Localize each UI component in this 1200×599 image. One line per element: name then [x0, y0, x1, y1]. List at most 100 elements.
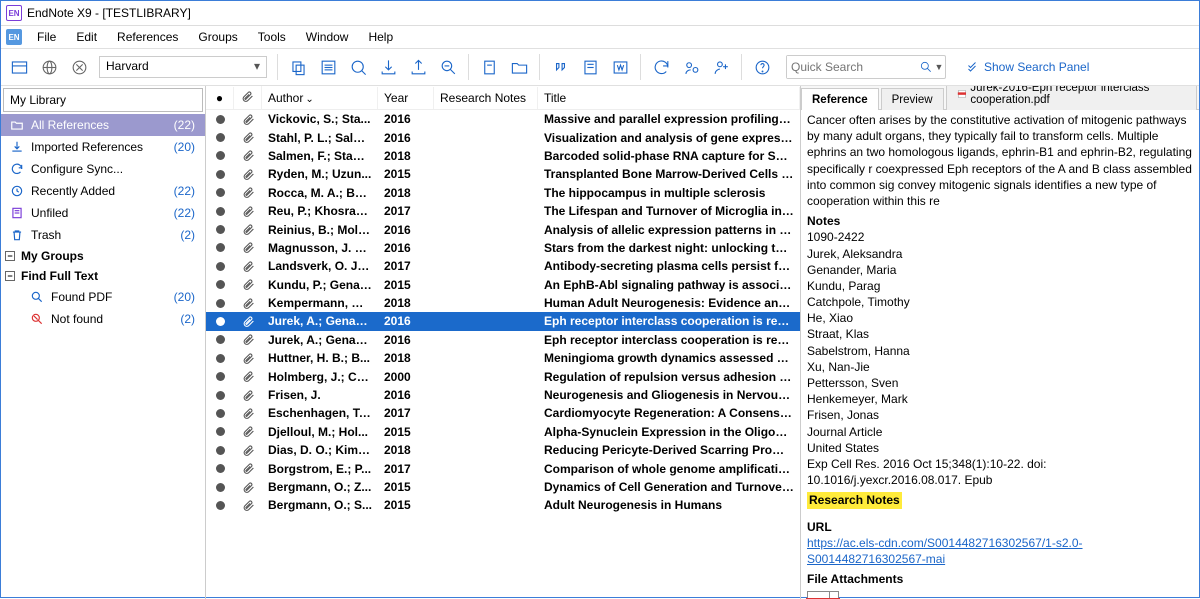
tab-reference[interactable]: Reference	[801, 88, 879, 110]
table-row[interactable]: Rocca, M. A.; Bar...2018The hippocampus …	[206, 184, 800, 202]
menu-help[interactable]: Help	[358, 28, 403, 46]
format-icon[interactable]	[576, 53, 604, 81]
table-row[interactable]: Dias, D. O.; Kim, ...2018Reducing Pericy…	[206, 441, 800, 459]
sidebar-item-not-found[interactable]: Not found(2)	[1, 308, 205, 330]
table-row[interactable]: Bergmann, O.; Z...2015Dynamics of Cell G…	[206, 478, 800, 496]
note-line: Jurek, Aleksandra	[807, 246, 1193, 262]
note-line: Henkemeyer, Mark	[807, 391, 1193, 407]
note-line: Xu, Nan-Jie	[807, 359, 1193, 375]
menu-edit[interactable]: Edit	[66, 28, 107, 46]
column-headers: ● Author⌄ Year Research Notes Title	[206, 86, 800, 110]
paperclip-icon	[234, 332, 262, 347]
unfiled-icon	[9, 205, 25, 221]
table-row[interactable]: Reu, P.; Khosravi,...2017The Lifespan an…	[206, 202, 800, 220]
table-row[interactable]: Frisen, J.2016Neurogenesis and Gliogenes…	[206, 386, 800, 404]
table-row[interactable]: Holmberg, J.; Cla...2000Regulation of re…	[206, 367, 800, 385]
share-icon[interactable]	[677, 53, 705, 81]
sidebar-item-trash[interactable]: Trash(2)	[1, 224, 205, 246]
research-notes-heading: Research Notes	[807, 492, 902, 508]
goto-word-icon[interactable]	[606, 53, 634, 81]
col-attachment[interactable]	[234, 86, 262, 110]
reference-url[interactable]: https://ac.els-cdn.com/S0014482716302567…	[807, 536, 1083, 566]
reference-panel: Reference Preview Jurek-2016-Eph recepto…	[801, 86, 1199, 599]
help-icon[interactable]	[748, 53, 776, 81]
search-globe-icon[interactable]	[344, 53, 372, 81]
table-row[interactable]: Eschenhagen, T.; ...2017Cardiomyocyte Re…	[206, 404, 800, 422]
menu-groups[interactable]: Groups	[188, 28, 247, 46]
paperclip-icon	[234, 351, 262, 366]
table-row[interactable]: Vickovic, S.; Sta...2016Massive and para…	[206, 110, 800, 128]
paperclip-icon	[234, 498, 262, 513]
sidebar-item-configure-sync-[interactable]: Configure Sync...	[1, 158, 205, 180]
sidebar-item-all-references[interactable]: All References(22)	[1, 114, 205, 136]
tab-pdf[interactable]: Jurek-2016-Eph receptor interclass coope…	[946, 86, 1197, 110]
table-row[interactable]: Djelloul, M.; Hol...2015Alpha-Synuclein …	[206, 423, 800, 441]
search-icon[interactable]: ▼	[917, 60, 945, 74]
sidebar-item-unfiled[interactable]: Unfiled(22)	[1, 202, 205, 224]
col-notes[interactable]: Research Notes	[434, 87, 538, 109]
sidebar-item-imported-references[interactable]: Imported References(20)	[1, 136, 205, 158]
col-author[interactable]: Author⌄	[262, 87, 378, 109]
table-row[interactable]: Kundu, P.; Genan...2015An EphB-Abl signa…	[206, 276, 800, 294]
note-line: Catchpole, Timothy	[807, 294, 1193, 310]
sidebar-item-recently-added[interactable]: Recently Added(22)	[1, 180, 205, 202]
new-ref-icon[interactable]	[475, 53, 503, 81]
find-fulltext-icon[interactable]	[434, 53, 462, 81]
note-line: United States	[807, 440, 1193, 456]
col-read[interactable]: ●	[206, 87, 234, 109]
app-icon: EN	[6, 5, 22, 21]
trash-icon	[9, 227, 25, 243]
col-title[interactable]: Title	[538, 87, 800, 109]
show-search-panel[interactable]: Show Search Panel	[966, 60, 1089, 74]
sync-icon[interactable]	[647, 53, 675, 81]
my-groups-group[interactable]: −My Groups	[1, 246, 205, 266]
table-row[interactable]: Reinius, B.; Mold...2016Analysis of alle…	[206, 220, 800, 238]
table-row[interactable]: Stahl, P. L.; Salm...2016Visualization a…	[206, 128, 800, 146]
find-fulltext-group[interactable]: −Find Full Text	[1, 266, 205, 286]
right-tabs: Reference Preview Jurek-2016-Eph recepto…	[801, 86, 1199, 110]
menu-file[interactable]: File	[27, 28, 66, 46]
menu-window[interactable]: Window	[296, 28, 359, 46]
url-heading: URL	[807, 519, 1193, 535]
table-row[interactable]: Borgstrom, E.; P...2017Comparison of who…	[206, 459, 800, 477]
note-line: Sabelstrom, Hanna	[807, 343, 1193, 359]
table-row[interactable]: Magnusson, J. P.;...2016Stars from the d…	[206, 239, 800, 257]
file-attachments-heading: File Attachments	[807, 571, 1193, 587]
table-row[interactable]: Huttner, H. B.; B...2018Meningioma growt…	[206, 349, 800, 367]
paperclip-icon	[234, 480, 262, 495]
note-line: Genander, Maria	[807, 262, 1193, 278]
paperclip-icon	[234, 204, 262, 219]
search-input[interactable]	[787, 56, 917, 78]
copy-icon[interactable]	[284, 53, 312, 81]
tab-preview[interactable]: Preview	[881, 88, 944, 110]
table-row[interactable]: Jurek, A.; Genan...2016Eph receptor inte…	[206, 312, 800, 330]
table-row[interactable]: Bergmann, O.; S...2015Adult Neurogenesis…	[206, 496, 800, 514]
paperclip-icon	[234, 148, 262, 163]
layout-icon[interactable]	[5, 53, 33, 81]
table-row[interactable]: Ryden, M.; Uzun...2015Transplanted Bone …	[206, 165, 800, 183]
menubar: EN File Edit References Groups Tools Win…	[1, 26, 1199, 48]
sidebar: My Library All References(22)Imported Re…	[1, 86, 206, 599]
style-select[interactable]: Harvard	[99, 56, 267, 78]
insert-cite-icon[interactable]	[546, 53, 574, 81]
globe-icon[interactable]	[35, 53, 63, 81]
col-year[interactable]: Year	[378, 87, 434, 109]
table-row[interactable]: Landsverk, O. J.;...2017Antibody-secreti…	[206, 257, 800, 275]
note-line: Kundu, Parag	[807, 278, 1193, 294]
menu-references[interactable]: References	[107, 28, 188, 46]
list-icon[interactable]	[314, 53, 342, 81]
import-file-icon[interactable]	[374, 53, 402, 81]
table-row[interactable]: Salmen, F.; Stahl,...2018Barcoded solid-…	[206, 147, 800, 165]
paperclip-icon	[234, 222, 262, 237]
table-row[interactable]: Jurek, A.; Genan...2016Eph receptor inte…	[206, 331, 800, 349]
person-add-icon[interactable]	[707, 53, 735, 81]
menu-tools[interactable]: Tools	[248, 28, 296, 46]
open-folder-icon[interactable]	[505, 53, 533, 81]
globe-sync-icon[interactable]	[65, 53, 93, 81]
paperclip-icon	[234, 424, 262, 439]
sidebar-item-found-pdf[interactable]: Found PDF(20)	[1, 286, 205, 308]
export-file-icon[interactable]	[404, 53, 432, 81]
table-row[interactable]: Kempermann, G....2018Human Adult Neuroge…	[206, 294, 800, 312]
paperclip-icon	[234, 388, 262, 403]
toolbar: Harvard ▼ Show Search Panel	[1, 48, 1199, 86]
